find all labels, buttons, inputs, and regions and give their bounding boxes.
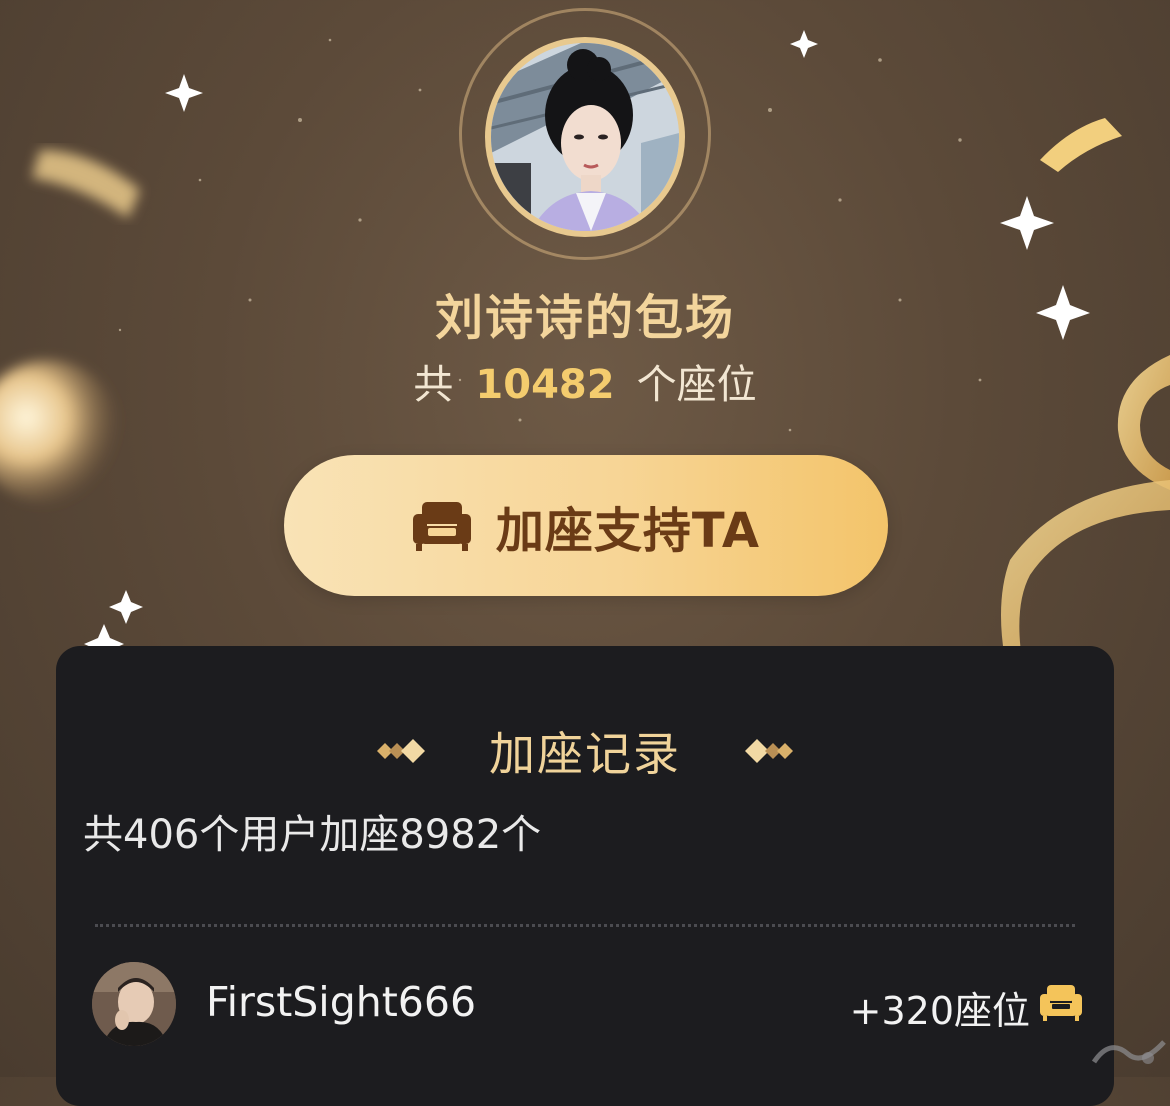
host-avatar[interactable] [485, 37, 685, 237]
add-seat-label: 加座支持TA [495, 502, 761, 559]
records-title: 加座记录 [489, 727, 681, 781]
records-header: 加座记录 [0, 718, 1170, 784]
seat-total: 共 10482 个座位 [0, 352, 1170, 410]
diamond-right-icon [745, 739, 793, 763]
portrait-image [491, 43, 679, 231]
user-name: FirstSight666 [206, 978, 477, 1026]
seat-count: 10482 [475, 362, 615, 408]
dotted-divider [95, 924, 1075, 927]
seat-prefix: 共 [413, 362, 454, 408]
record-row[interactable]: FirstSight666 +320座位 [92, 962, 1082, 1046]
user-avatar[interactable] [92, 962, 176, 1046]
sofa-icon [412, 501, 471, 551]
page-title: 刘诗诗的包场 [434, 290, 735, 346]
sofa-icon [1040, 985, 1082, 1021]
user-photo [92, 962, 176, 1046]
seat-suffix: 个座位 [636, 362, 757, 408]
watermark-graphic [1091, 1040, 1166, 1064]
seat-added-count: +320座位 [849, 989, 1030, 1033]
add-seat-button[interactable]: 加座支持TA [284, 455, 888, 596]
records-summary: 共406个用户加座8982个 [83, 812, 542, 858]
diamond-left-icon [377, 739, 425, 763]
